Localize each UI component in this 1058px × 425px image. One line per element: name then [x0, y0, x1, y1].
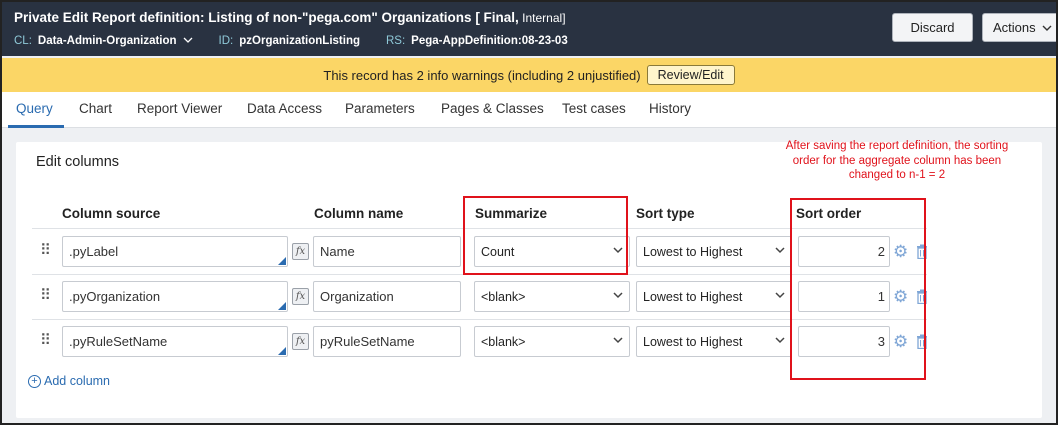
- column-name-input[interactable]: Name: [313, 236, 461, 267]
- screenshot-frame: Private Edit Report definition: Listing …: [0, 0, 1058, 425]
- drag-handle-icon[interactable]: ⠿: [40, 286, 51, 304]
- chevron-down-icon: [775, 243, 785, 258]
- column-name-input[interactable]: Organization: [313, 281, 461, 312]
- rule-header: Private Edit Report definition: Listing …: [2, 2, 1056, 56]
- summarize-select[interactable]: <blank>: [474, 281, 630, 312]
- expression-builder-icon[interactable]: fx: [292, 333, 309, 350]
- autocomplete-corner-icon: [278, 302, 286, 310]
- class-chevron-icon[interactable]: [183, 35, 193, 48]
- column-source-value: .pyOrganization: [69, 289, 161, 304]
- expression-builder-icon[interactable]: fx: [292, 243, 309, 260]
- rule-tabs: Query Chart Report Viewer Data Access Pa…: [2, 92, 1056, 128]
- panel-title: Edit columns: [36, 154, 120, 170]
- drag-handle-icon[interactable]: ⠿: [40, 331, 51, 349]
- chevron-down-icon: [775, 333, 785, 348]
- summarize-value: <blank>: [481, 289, 526, 304]
- ruleset-key: RS:: [386, 35, 406, 47]
- add-column-label: Add column: [44, 374, 111, 388]
- header-column-source: Column source: [62, 206, 161, 221]
- warning-banner: This record has 2 info warnings (includi…: [2, 58, 1056, 92]
- tab-data-access[interactable]: Data Access: [247, 101, 322, 116]
- column-source-input[interactable]: .pyLabel: [62, 236, 288, 267]
- chevron-down-icon: [775, 288, 785, 303]
- expression-builder-icon[interactable]: fx: [292, 288, 309, 305]
- column-source-input[interactable]: .pyRuleSetName: [62, 326, 288, 357]
- id-value: pzOrganizationListing: [239, 35, 360, 47]
- active-tab-indicator: [8, 125, 64, 128]
- tab-chart[interactable]: Chart: [79, 101, 112, 116]
- sort-order-highlight-box: [790, 198, 926, 380]
- chevron-down-icon: [613, 288, 623, 303]
- sort-type-select[interactable]: Lowest to Highest: [636, 236, 792, 267]
- autocomplete-corner-icon: [278, 347, 286, 355]
- actions-label: Actions: [993, 20, 1036, 35]
- tab-test-cases[interactable]: Test cases: [562, 101, 626, 116]
- tab-pages-classes[interactable]: Pages & Classes: [441, 101, 544, 116]
- tab-report-viewer[interactable]: Report Viewer: [137, 101, 222, 116]
- column-source-input[interactable]: .pyOrganization: [62, 281, 288, 312]
- header-sort-type: Sort type: [636, 206, 695, 221]
- tab-history[interactable]: History: [649, 101, 691, 116]
- autocomplete-corner-icon: [278, 257, 286, 265]
- sort-type-select[interactable]: Lowest to Highest: [636, 326, 792, 357]
- class-value[interactable]: Data-Admin-Organization: [38, 35, 177, 48]
- annotation-note: After saving the report definition, the …: [785, 140, 1009, 181]
- header-column-name: Column name: [314, 206, 404, 221]
- drag-handle-icon[interactable]: ⠿: [40, 241, 51, 259]
- id-key: ID:: [218, 35, 234, 47]
- summarize-select[interactable]: <blank>: [474, 326, 630, 357]
- actions-chevron-icon: [1042, 23, 1052, 33]
- add-icon: +: [28, 374, 41, 388]
- review-edit-button[interactable]: Review/Edit: [646, 65, 735, 85]
- tab-parameters[interactable]: Parameters: [345, 101, 415, 116]
- column-source-value: .pyLabel: [69, 244, 119, 259]
- column-source-value: .pyRuleSetName: [69, 334, 168, 349]
- rule-title-availability: Internal]: [518, 11, 566, 25]
- add-column-link[interactable]: + Add column: [28, 374, 110, 388]
- class-key: CL:: [14, 35, 32, 47]
- sort-type-value: Lowest to Highest: [643, 289, 743, 304]
- rule-meta: CL: Data-Admin-Organization ID: pzOrgani…: [14, 35, 568, 48]
- rule-title-main: Private Edit Report definition: Listing …: [14, 10, 519, 25]
- summarize-value: <blank>: [481, 334, 526, 349]
- sort-type-value: Lowest to Highest: [643, 244, 743, 259]
- sort-type-select[interactable]: Lowest to Highest: [636, 281, 792, 312]
- sort-type-value: Lowest to Highest: [643, 334, 743, 349]
- column-name-value: pyRuleSetName: [320, 334, 415, 349]
- warning-text: This record has 2 info warnings (includi…: [323, 67, 641, 83]
- summarize-highlight-box: [463, 196, 628, 275]
- column-name-input[interactable]: pyRuleSetName: [313, 326, 461, 357]
- discard-button[interactable]: Discard: [892, 13, 973, 42]
- actions-button[interactable]: Actions: [982, 13, 1056, 42]
- ruleset-value[interactable]: Pega-AppDefinition:08-23-03: [411, 35, 568, 48]
- tab-query[interactable]: Query: [16, 101, 53, 116]
- chevron-down-icon: [613, 333, 623, 348]
- rule-title: Private Edit Report definition: Listing …: [14, 10, 566, 25]
- column-name-value: Name: [320, 244, 355, 259]
- column-name-value: Organization: [320, 289, 394, 304]
